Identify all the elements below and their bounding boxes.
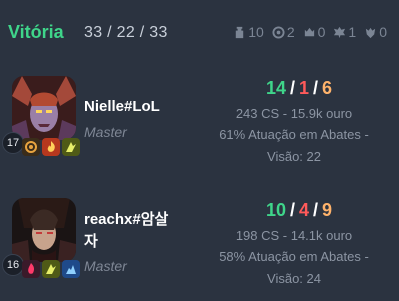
objective-heralds: 0 — [364, 24, 387, 40]
player-row[interactable]: 17 Nielle#LoL Master 14/1/6 243 CS - 15.… — [0, 66, 399, 178]
player-row[interactable]: 16 reachx#암살 자 Master 10/4/9 198 CS - 14… — [0, 188, 399, 300]
dragon-icon — [334, 26, 346, 38]
vision-score: Visão: 24 — [267, 271, 321, 286]
herald-icon — [366, 27, 376, 38]
team-kda: 33 / 22 / 33 — [84, 24, 168, 41]
kda-separator: / — [289, 200, 295, 220]
objective-inhibitors: 2 — [272, 24, 295, 40]
champion-portrait-icon — [12, 198, 76, 262]
champion-level: 16 — [2, 254, 24, 276]
kill-participation: 61% Atuação em Abates - — [219, 127, 369, 142]
kda-separator: / — [289, 78, 295, 98]
spell-slot[interactable] — [42, 260, 60, 278]
kda-separator: / — [313, 78, 319, 98]
player-rank: Master — [84, 124, 127, 140]
baron-icon — [304, 27, 314, 36]
spell-slot[interactable] — [62, 260, 80, 278]
assists: 9 — [322, 200, 333, 220]
player-name[interactable]: Nielle#LoL — [84, 98, 160, 115]
summoner-spells — [22, 260, 80, 278]
tower-icon — [236, 26, 244, 38]
match-header: Vitória 33 / 22 / 33 10 2 0 1 0 — [0, 0, 399, 64]
objectives-bar: 10 2 0 1 0 — [233, 24, 387, 40]
match-result: Vitória — [8, 22, 64, 42]
deaths: 1 — [299, 78, 310, 98]
inhibitor-icon — [272, 25, 285, 39]
spell-slot[interactable] — [42, 138, 60, 156]
kda-separator: / — [313, 200, 319, 220]
vision-score: Visão: 22 — [267, 149, 321, 164]
kill-participation: 58% Atuação em Abates - — [219, 249, 369, 264]
champion-portrait-icon — [12, 76, 76, 140]
spell-slot[interactable] — [22, 138, 40, 156]
cs-gold: 198 CS - 14.1k ouro — [235, 228, 353, 243]
cs-gold: 243 CS - 15.9k ouro — [235, 106, 353, 121]
rune-icon — [46, 264, 56, 274]
flash-icon — [28, 263, 35, 274]
objective-barons: 0 — [303, 24, 325, 40]
player-kda: 14/1/6 — [199, 78, 399, 99]
player-name-continued[interactable]: 자 — [84, 230, 98, 251]
champion-avatar[interactable] — [12, 198, 76, 262]
objective-towers: 10 — [233, 24, 264, 40]
ignite-icon — [25, 141, 37, 153]
deaths: 4 — [299, 200, 310, 220]
kills: 10 — [265, 200, 286, 220]
player-rank: Master — [84, 258, 127, 274]
spell-slot[interactable] — [22, 260, 40, 278]
assists: 6 — [322, 78, 333, 98]
kills: 14 — [265, 78, 286, 98]
ghost-icon — [66, 265, 76, 274]
champion-level: 17 — [2, 132, 24, 154]
summoner-spells — [22, 138, 80, 156]
rune-icon — [66, 142, 76, 152]
player-name[interactable]: reachx#암살 — [84, 208, 168, 229]
flash-icon — [47, 141, 55, 152]
player-kda: 10/4/9 — [199, 200, 399, 221]
spell-slot[interactable] — [62, 138, 80, 156]
champion-avatar[interactable] — [12, 76, 76, 140]
objective-dragons: 1 — [333, 24, 356, 40]
